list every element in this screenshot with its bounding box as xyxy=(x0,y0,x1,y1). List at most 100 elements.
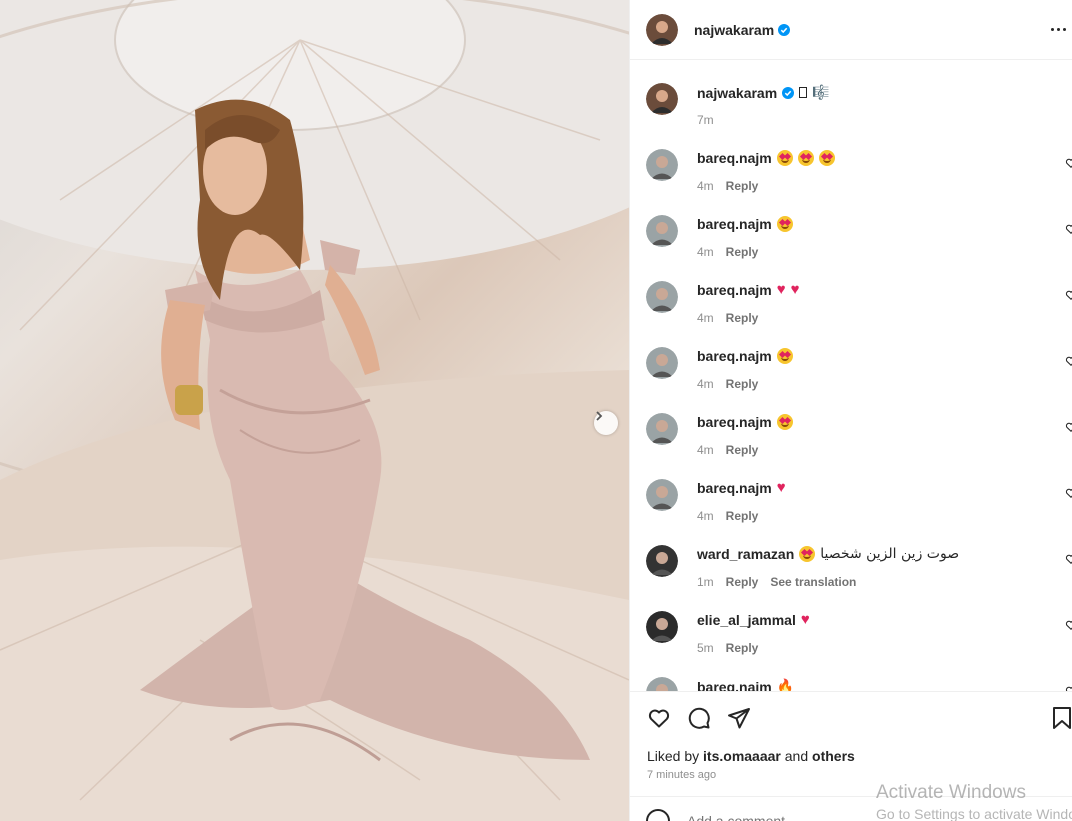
comment-text-line: elie_al_jammal ♥ xyxy=(697,612,810,628)
commenter-username[interactable]: ward_ramazan xyxy=(697,546,794,562)
caption-age: 7m xyxy=(697,113,714,127)
likes-and: and xyxy=(784,748,809,764)
commenter-avatar[interactable] xyxy=(646,545,678,577)
comment-row: ward_ramazan صوت زين الزين شخصيا 1m Reply Se… xyxy=(646,537,1072,603)
comment-icon[interactable] xyxy=(687,706,711,730)
see-translation-button[interactable]: See translation xyxy=(770,575,856,589)
post-image xyxy=(0,0,629,821)
comment-meta: 4m Reply xyxy=(697,179,758,193)
comment-age: 5m xyxy=(697,641,714,655)
author-avatar[interactable] xyxy=(646,13,678,46)
author-avatar[interactable] xyxy=(646,83,678,115)
commenter-username[interactable]: bareq.najm xyxy=(697,216,772,232)
comment-age: 4m xyxy=(697,377,714,391)
comment-row: bareq.najm ♥ ♥ 4m Reply xyxy=(646,273,1072,339)
commenter-avatar[interactable] xyxy=(646,215,678,247)
like-comment-heart-icon[interactable] xyxy=(1065,487,1072,499)
comment-age: 4m xyxy=(697,179,714,193)
share-icon[interactable] xyxy=(727,706,751,730)
reply-button[interactable]: Reply xyxy=(726,575,759,589)
star-struck-emoji-icon xyxy=(799,546,816,562)
reply-button[interactable]: Reply xyxy=(726,311,759,325)
save-bookmark-icon[interactable] xyxy=(1051,706,1072,730)
like-comment-heart-icon[interactable] xyxy=(1065,421,1072,433)
comment-text: صوت زين الزين شخصيا xyxy=(820,546,960,562)
caption-row: najwakaram 🎼 7m xyxy=(646,75,1072,141)
caption-line: najwakaram 🎼 xyxy=(697,84,830,101)
more-options-button[interactable] xyxy=(1046,19,1070,39)
commenter-avatar[interactable] xyxy=(646,413,678,445)
like-comment-heart-icon[interactable] xyxy=(1065,355,1072,367)
comment-text-line: bareq.najm xyxy=(697,348,793,364)
comment-row: bareq.najm 4m Reply xyxy=(646,141,1072,207)
comments-list: najwakaram 🎼 7m bareq.najm 4m Reply bareq.n… xyxy=(630,61,1072,691)
comment-text-line: ward_ramazan صوت زين الزين شخصيا xyxy=(697,546,959,562)
star-struck-emoji-icon xyxy=(797,150,814,166)
star-struck-emoji-icon xyxy=(776,414,793,430)
comment-meta: 4m Reply xyxy=(697,377,758,391)
commenter-avatar[interactable] xyxy=(646,611,678,643)
comment-text-line: bareq.najm 🔥 xyxy=(697,678,794,691)
commenter-username[interactable]: bareq.najm xyxy=(697,679,772,692)
instagram-post-modal: najwakaram najwakaram 🎼 7m bareq.najm 4m… xyxy=(0,0,1072,821)
like-comment-heart-icon[interactable] xyxy=(1065,619,1072,631)
next-image-button[interactable] xyxy=(594,411,618,435)
commenter-avatar[interactable] xyxy=(646,149,678,181)
watermark-subtitle: Go to Settings to activate Windows. xyxy=(876,806,1072,821)
like-heart-icon[interactable] xyxy=(647,706,671,730)
comment-row: bareq.najm ♥ 4m Reply xyxy=(646,471,1072,537)
commenter-avatar[interactable] xyxy=(646,479,678,511)
red-heart-emoji-icon: ♥ xyxy=(776,479,786,496)
commenter-avatar[interactable] xyxy=(646,347,678,379)
comment-meta: 4m Reply xyxy=(697,245,758,259)
commenter-username[interactable]: bareq.najm xyxy=(697,150,772,166)
commenter-username[interactable]: bareq.najm xyxy=(697,480,772,496)
post-photo-illustration xyxy=(0,0,629,821)
commenter-username[interactable]: bareq.najm xyxy=(697,282,772,298)
commenter-avatar[interactable] xyxy=(646,281,678,313)
likes-others-link[interactable]: others xyxy=(812,748,855,764)
add-comment-input[interactable] xyxy=(687,813,887,821)
comment-text-line: bareq.najm ♥ xyxy=(697,480,786,496)
comment-meta: 4m Reply xyxy=(697,443,758,457)
reply-button[interactable]: Reply xyxy=(726,377,759,391)
like-comment-heart-icon[interactable] xyxy=(1065,223,1072,235)
comment-row: elie_al_jammal ♥ 5m Reply xyxy=(646,603,1072,669)
reply-button[interactable]: Reply xyxy=(726,245,759,259)
red-heart-emoji-icon: ♥ xyxy=(776,281,786,298)
commenter-username[interactable]: bareq.najm xyxy=(697,414,772,430)
star-struck-emoji-icon xyxy=(776,216,793,232)
missing-glyph-icon xyxy=(799,87,808,98)
reply-button[interactable]: Reply xyxy=(726,443,759,457)
commenter-username[interactable]: bareq.najm xyxy=(697,348,772,364)
comment-text: 🔥 xyxy=(776,678,795,691)
comment-row: bareq.najm 🔥 xyxy=(646,669,1072,691)
emoji-picker-icon[interactable] xyxy=(646,809,670,821)
like-comment-heart-icon[interactable] xyxy=(1065,553,1072,565)
like-comment-heart-icon[interactable] xyxy=(1065,157,1072,169)
post-header: najwakaram xyxy=(630,0,1072,60)
caption-emoji: 🎼 xyxy=(812,84,830,100)
caption-username[interactable]: najwakaram xyxy=(697,85,777,101)
windows-activation-watermark: Activate Windows Go to Settings to activ… xyxy=(876,782,1072,821)
comment-row: bareq.najm 4m Reply xyxy=(646,207,1072,273)
reply-button[interactable]: Reply xyxy=(726,179,759,193)
comment-meta: 5m Reply xyxy=(697,641,758,655)
commenter-username[interactable]: elie_al_jammal xyxy=(697,612,796,628)
star-struck-emoji-icon xyxy=(818,150,835,166)
comment-row: bareq.najm 4m Reply xyxy=(646,339,1072,405)
reply-button[interactable]: Reply xyxy=(726,641,759,655)
liked-by-user-link[interactable]: its.omaaaar xyxy=(703,748,781,764)
comment-text-line: bareq.najm xyxy=(697,150,835,166)
comment-text-line: bareq.najm xyxy=(697,414,793,430)
caption-meta: 7m xyxy=(697,113,714,127)
comment-text-line: bareq.najm xyxy=(697,216,793,232)
author-username[interactable]: najwakaram xyxy=(694,22,774,38)
comment-text-line: bareq.najm ♥ ♥ xyxy=(697,282,800,298)
like-comment-heart-icon[interactable] xyxy=(1065,289,1072,301)
verified-badge-icon xyxy=(782,86,795,99)
commenter-avatar[interactable] xyxy=(646,677,678,691)
comment-row: bareq.najm 4m Reply xyxy=(646,405,1072,471)
reply-button[interactable]: Reply xyxy=(726,509,759,523)
post-timestamp: 7 minutes ago xyxy=(647,769,717,781)
